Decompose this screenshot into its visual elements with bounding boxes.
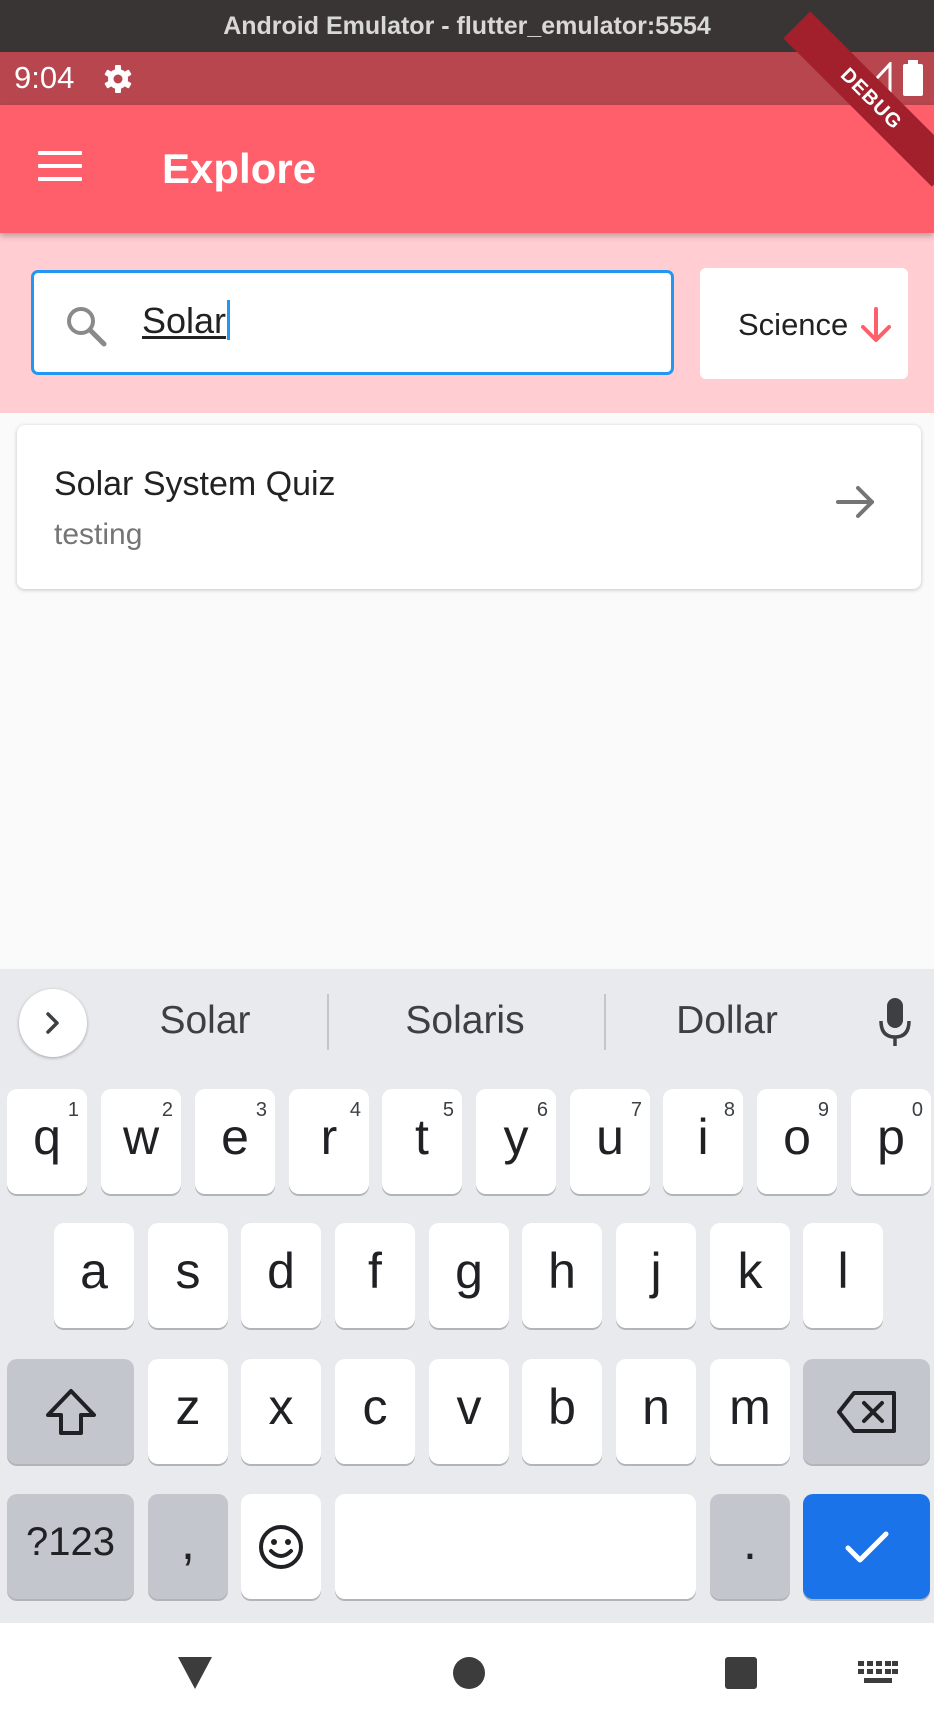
status-bar: 9:04 [0, 52, 934, 105]
expand-toolbar-button[interactable] [19, 989, 87, 1057]
key-s[interactable]: s [148, 1223, 228, 1328]
keyboard-switch-icon[interactable] [858, 1661, 898, 1685]
key-n[interactable]: n [616, 1359, 696, 1464]
status-time: 9:04 [14, 60, 75, 95]
soft-keyboard: Solar Solaris Dollar q1 w2 e3 r4 t5 y6 u… [0, 969, 934, 1623]
comma-key[interactable]: , [148, 1494, 228, 1599]
hamburger-menu-icon[interactable] [38, 151, 82, 185]
chevron-right-icon [46, 1012, 59, 1034]
key-r[interactable]: r4 [289, 1089, 369, 1194]
suggestion-divider [604, 994, 606, 1050]
arrow-down-icon [861, 307, 891, 342]
suggestion-1[interactable]: Solar [120, 999, 290, 1043]
key-x[interactable]: x [241, 1359, 321, 1464]
text-caret [227, 300, 231, 340]
backspace-icon [836, 1390, 896, 1433]
key-i[interactable]: i8 [663, 1089, 743, 1194]
category-filter-button[interactable]: Science [700, 268, 908, 379]
recents-icon[interactable] [724, 1656, 758, 1690]
search-input[interactable]: Solar [31, 270, 674, 375]
shift-key[interactable] [7, 1359, 134, 1464]
key-v[interactable]: v [429, 1359, 509, 1464]
suggestion-3[interactable]: Dollar [642, 999, 812, 1043]
enter-key[interactable] [803, 1494, 930, 1599]
key-t[interactable]: t5 [382, 1089, 462, 1194]
key-f[interactable]: f [335, 1223, 415, 1328]
key-l[interactable]: l [803, 1223, 883, 1328]
app-bar: Explore [0, 105, 934, 233]
key-y[interactable]: y6 [476, 1089, 556, 1194]
back-icon[interactable] [176, 1655, 214, 1691]
results-list: Solar System Quiz testing [0, 413, 934, 969]
microphone-icon[interactable] [878, 997, 912, 1047]
key-u[interactable]: u7 [570, 1089, 650, 1194]
key-g[interactable]: g [429, 1223, 509, 1328]
emulator-frame: Android Emulator - flutter_emulator:5554… [0, 0, 934, 1726]
key-j[interactable]: j [616, 1223, 696, 1328]
key-e[interactable]: e3 [195, 1089, 275, 1194]
battery-icon [903, 60, 923, 96]
key-k[interactable]: k [710, 1223, 790, 1328]
page-title: Explore [162, 145, 317, 192]
suggestion-divider [327, 994, 329, 1050]
key-m[interactable]: m [710, 1359, 790, 1464]
list-item-title: Solar System Quiz [54, 465, 336, 503]
search-input-value: Solar [142, 300, 231, 342]
key-a[interactable]: a [54, 1223, 134, 1328]
key-z[interactable]: z [148, 1359, 228, 1464]
key-h[interactable]: h [522, 1223, 602, 1328]
system-navigation-bar [0, 1623, 934, 1726]
list-item[interactable]: Solar System Quiz testing [17, 425, 921, 589]
category-filter-label: Science [738, 307, 849, 342]
key-o[interactable]: o9 [757, 1089, 837, 1194]
space-key[interactable] [335, 1494, 696, 1599]
key-d[interactable]: d [241, 1223, 321, 1328]
search-icon [67, 307, 107, 347]
backspace-key[interactable] [803, 1359, 930, 1464]
key-c[interactable]: c [335, 1359, 415, 1464]
search-bar-area: Solar Science [0, 233, 934, 413]
list-item-subtitle: testing [54, 518, 143, 551]
emoji-key[interactable] [241, 1494, 321, 1599]
arrow-forward-icon [836, 486, 874, 518]
key-q[interactable]: q1 [7, 1089, 87, 1194]
shift-icon [45, 1388, 96, 1435]
suggestion-2[interactable]: Solaris [380, 999, 550, 1043]
symbols-key[interactable]: ?123 [7, 1494, 134, 1599]
emoji-icon [259, 1524, 303, 1569]
period-key[interactable]: . [710, 1494, 790, 1599]
gear-icon [104, 65, 132, 93]
key-p[interactable]: p0 [851, 1089, 931, 1194]
key-b[interactable]: b [522, 1359, 602, 1464]
checkmark-icon [845, 1531, 888, 1562]
home-icon[interactable] [452, 1656, 486, 1690]
key-w[interactable]: w2 [101, 1089, 181, 1194]
